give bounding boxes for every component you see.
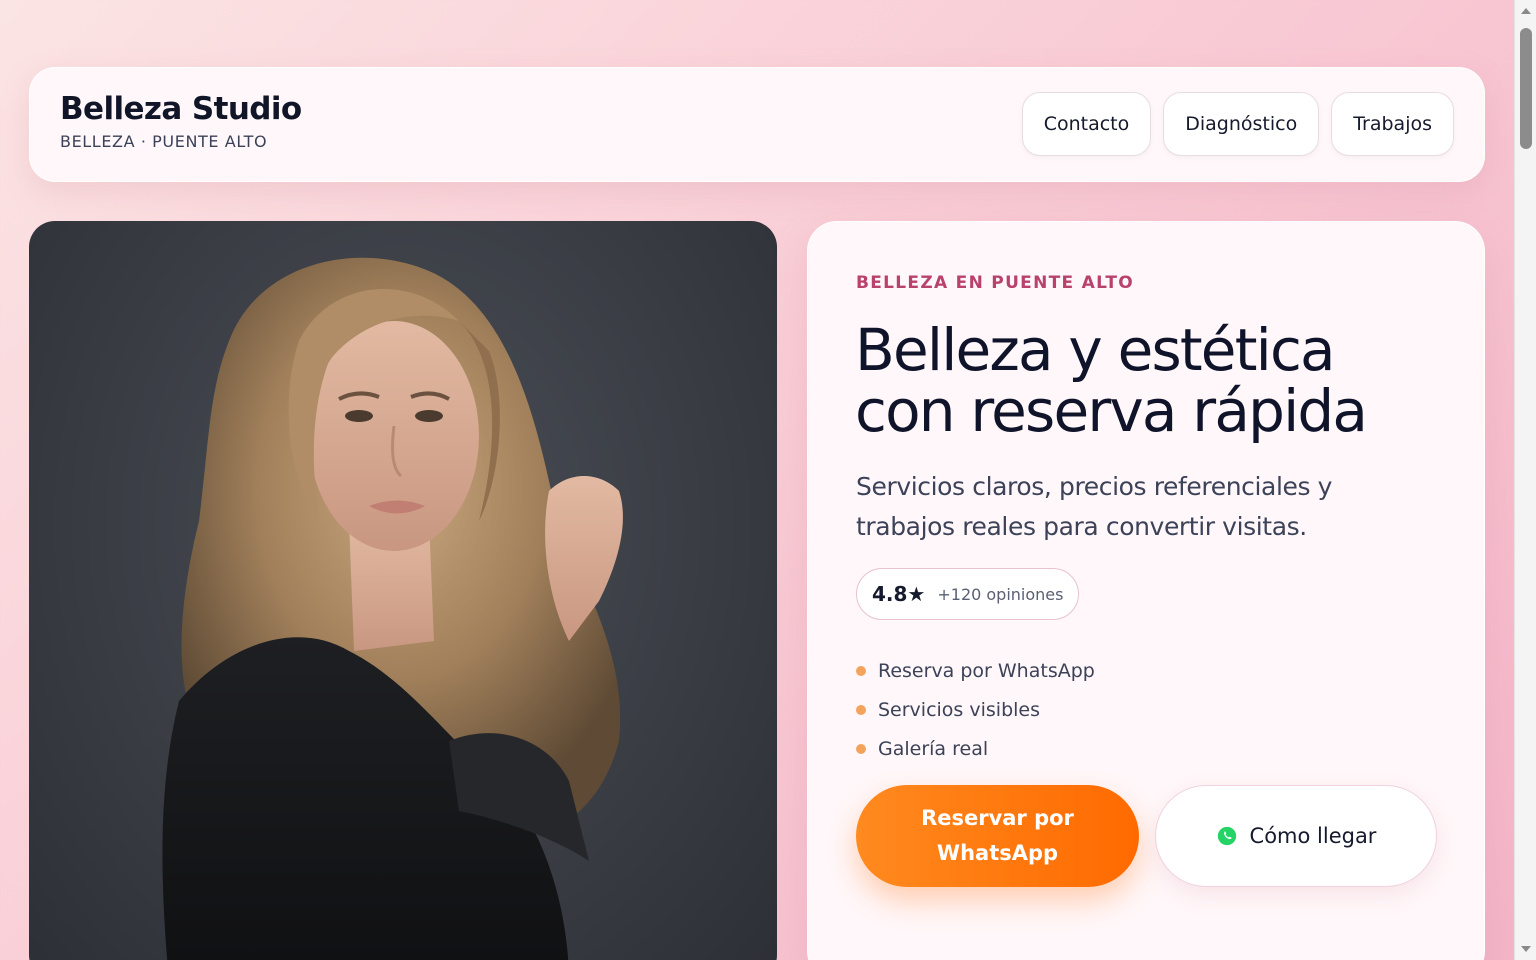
hero-title-line-2: con reserva rápida [855, 377, 1368, 445]
bullet-dot-icon [856, 704, 866, 715]
site-header: Belleza Studio BELLEZA · PUENTE ALTO Con… [29, 67, 1485, 182]
hero-title-line-1: Belleza y estética [855, 316, 1336, 384]
nav-contacto-button[interactable]: Contacto [1021, 92, 1152, 156]
feature-list: Reserva por WhatsApp Servicios visibles … [856, 651, 1095, 768]
feature-label: Galería real [878, 737, 989, 760]
bullet-dot-icon [856, 665, 866, 676]
hero-eyebrow: BELLEZA EN PUENTE ALTO [856, 273, 1135, 293]
directions-button[interactable]: Cómo llegar [1155, 785, 1437, 887]
brand[interactable]: Belleza Studio BELLEZA · PUENTE ALTO [60, 90, 302, 151]
directions-button-label: Cómo llegar [1249, 824, 1377, 848]
feature-label: Reserva por WhatsApp [878, 659, 1095, 682]
hero-description: Servicios claros, precios referenciales … [856, 472, 1333, 541]
scroll-down-arrow-icon[interactable] [1521, 946, 1531, 952]
main-nav: Contacto Diagnóstico Trabajos [1021, 92, 1454, 156]
nav-diagnostico-button[interactable]: Diagnóstico [1163, 92, 1320, 156]
woman-portrait-image [162, 257, 623, 960]
hero-title: Belleza y estética con reserva rápida [855, 320, 1455, 442]
rating-badge: 4.8★ +120 opiniones [856, 568, 1080, 620]
brand-tagline: BELLEZA · PUENTE ALTO [60, 132, 268, 151]
hero-photo [29, 221, 777, 960]
nav-trabajos-button[interactable]: Trabajos [1331, 92, 1454, 156]
feature-item: Galería real [856, 729, 1095, 768]
rating-count: +120 opiniones [937, 584, 1064, 604]
scroll-up-arrow-icon[interactable] [1521, 8, 1531, 14]
scrollbar-thumb[interactable] [1520, 28, 1532, 149]
rating-score: 4.8★ [872, 582, 926, 606]
whatsapp-icon [1217, 826, 1236, 846]
feature-item: Reserva por WhatsApp [856, 651, 1095, 690]
feature-item: Servicios visibles [856, 690, 1095, 729]
feature-label: Servicios visibles [878, 698, 1041, 721]
reserve-whatsapp-button[interactable]: Reservar por WhatsApp [856, 785, 1139, 887]
page-scrollbar[interactable] [1514, 0, 1536, 960]
bullet-dot-icon [856, 743, 866, 754]
brand-name[interactable]: Belleza Studio [60, 90, 302, 128]
hero-card: BELLEZA EN PUENTE ALTO Belleza y estétic… [807, 221, 1485, 960]
